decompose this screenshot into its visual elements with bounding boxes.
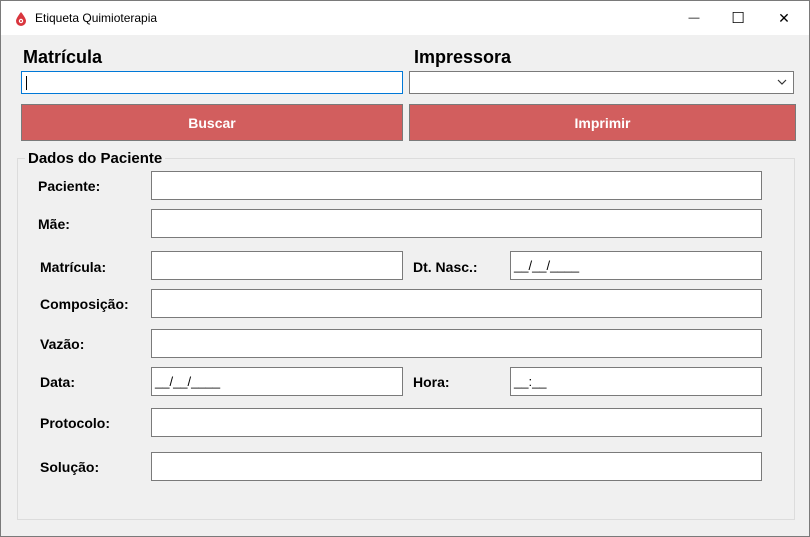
- vazao-label: Vazão:: [40, 336, 85, 352]
- matricula-label: Matrícula:: [40, 259, 107, 275]
- composicao-field[interactable]: [151, 289, 762, 318]
- solucao-label: Solução:: [40, 459, 100, 475]
- app-window: Etiqueta Quimioterapia — ☐ ✕ Matrícula I…: [0, 0, 810, 537]
- composicao-label: Composição:: [40, 296, 129, 312]
- imprimir-button[interactable]: Imprimir: [409, 104, 796, 141]
- matricula-search-input[interactable]: [21, 71, 403, 94]
- minimize-icon: —: [688, 12, 700, 24]
- data-field[interactable]: __/__/____: [151, 367, 403, 396]
- mae-label: Mãe:: [38, 216, 70, 232]
- hora-field[interactable]: __:__: [510, 367, 762, 396]
- vazao-field[interactable]: [151, 329, 762, 358]
- data-label: Data:: [40, 374, 76, 390]
- drop-app-icon: [16, 12, 26, 26]
- solucao-field[interactable]: [151, 452, 762, 481]
- maximize-icon: ☐: [731, 10, 745, 27]
- patient-group-title: Dados do Paciente: [25, 150, 166, 167]
- close-button[interactable]: ✕: [761, 1, 807, 35]
- paciente-label: Paciente:: [38, 178, 101, 194]
- client-area: Matrícula Impressora Buscar Imprimir Dad…: [1, 35, 809, 536]
- paciente-field[interactable]: [151, 171, 762, 200]
- minimize-button[interactable]: —: [671, 1, 717, 35]
- text-caret: [26, 76, 27, 90]
- matricula-heading: Matrícula: [23, 47, 103, 67]
- maximize-button[interactable]: ☐: [715, 1, 761, 35]
- chevron-down-icon: [777, 79, 787, 85]
- impressora-select[interactable]: [409, 71, 794, 94]
- protocolo-field[interactable]: [151, 408, 762, 437]
- dt-nasc-label: Dt. Nasc.:: [413, 259, 478, 275]
- buscar-button[interactable]: Buscar: [21, 104, 403, 141]
- protocolo-label: Protocolo:: [40, 415, 110, 431]
- title-bar[interactable]: Etiqueta Quimioterapia — ☐ ✕: [1, 1, 809, 35]
- close-icon: ✕: [778, 9, 790, 26]
- hora-label: Hora:: [413, 374, 450, 390]
- mae-field[interactable]: [151, 209, 762, 238]
- dt-nasc-field[interactable]: __/__/____: [510, 251, 762, 280]
- window-title: Etiqueta Quimioterapia: [35, 11, 158, 25]
- impressora-heading: Impressora: [414, 47, 512, 67]
- matricula-field[interactable]: [151, 251, 403, 280]
